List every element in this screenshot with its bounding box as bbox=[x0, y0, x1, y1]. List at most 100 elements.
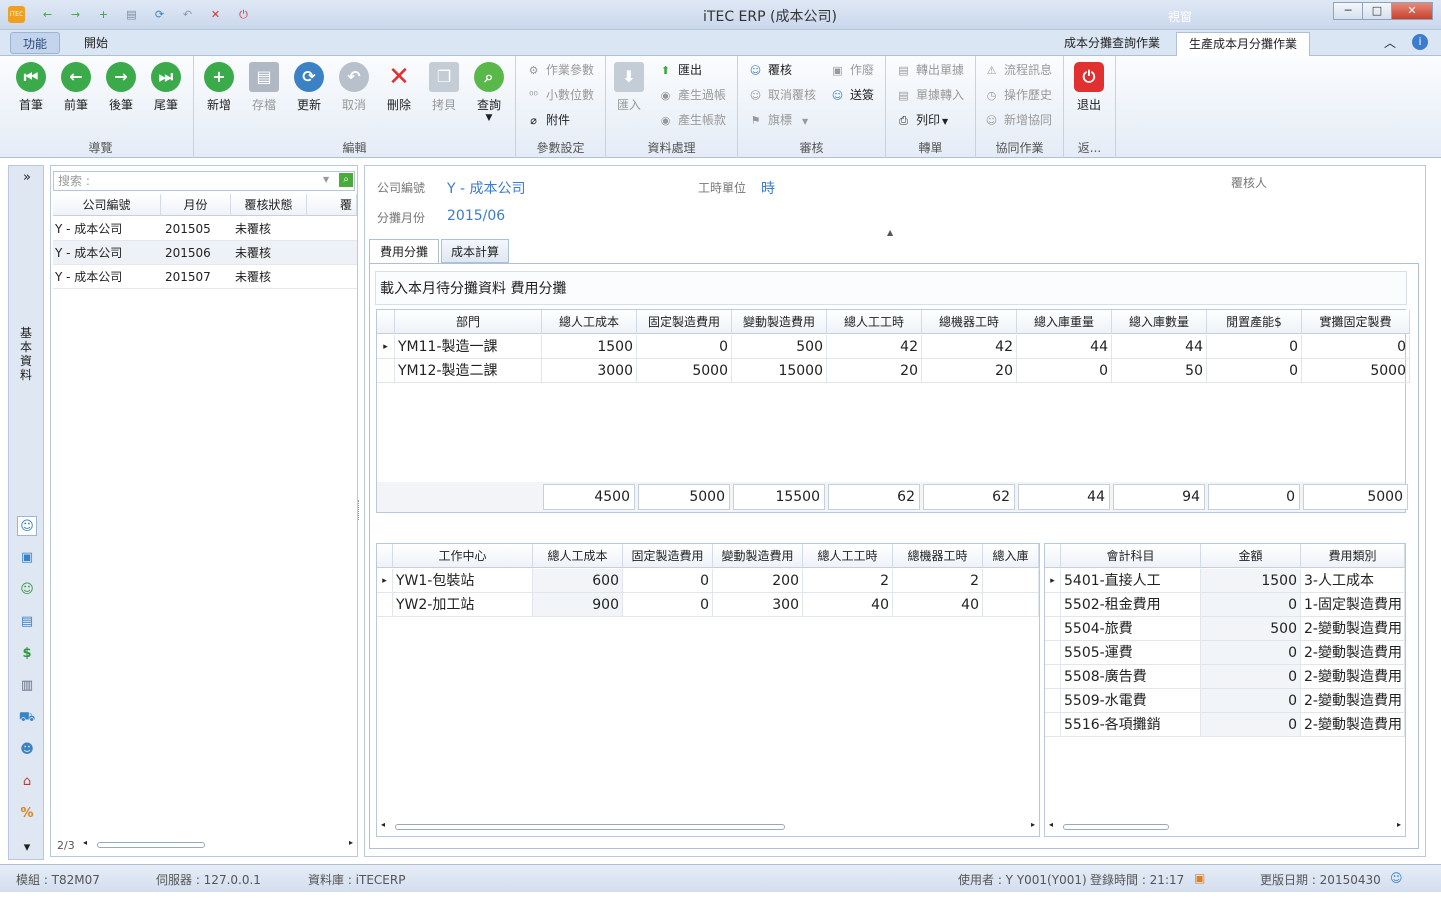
delete-button[interactable]: ✕ 刪除 bbox=[378, 60, 420, 118]
table-cell[interactable]: 5000 bbox=[637, 359, 732, 383]
table-cell[interactable]: 1500 bbox=[1201, 569, 1301, 593]
add-collab-button[interactable]: ☺ 新增協同 bbox=[984, 110, 1052, 130]
list-item[interactable]: Y - 成本公司 201505 未覆核 bbox=[53, 217, 357, 241]
list-item[interactable]: Y - 成本公司 201506 未覆核 bbox=[53, 241, 357, 265]
grid-header[interactable]: 會計科目 bbox=[1061, 544, 1201, 568]
table-cell[interactable]: 5502-租金費用 bbox=[1061, 593, 1201, 617]
user-status-icon[interactable]: ☺ bbox=[1390, 871, 1403, 885]
save-button[interactable]: ▤ 存檔 bbox=[243, 60, 285, 118]
row-indicator[interactable] bbox=[377, 359, 395, 383]
list-header-status[interactable]: 覆核狀態 bbox=[231, 194, 307, 216]
export-button[interactable]: ⬆ 匯出 bbox=[658, 60, 702, 80]
table-cell[interactable]: 40 bbox=[893, 593, 983, 617]
table-cell[interactable]: YW1-包裝站 bbox=[393, 569, 533, 593]
table-cell[interactable]: 1-固定製造費用 bbox=[1301, 593, 1405, 617]
doc-tab-query[interactable]: 成本分攤查詢作業 bbox=[1052, 32, 1172, 54]
table-cell[interactable]: YW2-加工站 bbox=[393, 593, 533, 617]
grid-header[interactable]: 總入庫重量 bbox=[1017, 310, 1112, 334]
people-icon[interactable]: ☺ bbox=[17, 580, 37, 600]
table-cell[interactable]: 44 bbox=[1017, 335, 1112, 359]
table-cell[interactable]: YM12-製造二課 bbox=[395, 359, 542, 383]
row-indicator[interactable]: ▸ bbox=[377, 569, 393, 593]
report-icon[interactable]: ▣ bbox=[17, 548, 37, 568]
collapse-ribbon-icon[interactable]: ︿ bbox=[1384, 34, 1396, 51]
percent-icon[interactable]: % bbox=[17, 804, 37, 824]
print-button[interactable]: ⎙ 列印 ▼ bbox=[896, 110, 948, 130]
table-cell[interactable]: 500 bbox=[1201, 617, 1301, 641]
table-cell[interactable]: 20 bbox=[827, 359, 922, 383]
void-button[interactable]: ▣ 作廢 bbox=[830, 60, 874, 80]
grid-header[interactable]: 總人工工時 bbox=[827, 310, 922, 334]
grid-header[interactable]: 總人工工時 bbox=[803, 544, 893, 568]
row-indicator[interactable]: ▸ bbox=[1045, 569, 1061, 593]
search-input[interactable]: 搜索 : bbox=[53, 171, 355, 191]
grid-header[interactable]: 變動製造費用 bbox=[732, 310, 827, 334]
grid-header[interactable]: 總機器工時 bbox=[922, 310, 1017, 334]
exit-button[interactable]: ⏻ 退出 bbox=[1068, 60, 1110, 118]
scroll-thumb[interactable] bbox=[395, 824, 785, 830]
table-cell[interactable]: 2-變動製造費用 bbox=[1301, 665, 1405, 689]
table-cell[interactable]: 2 bbox=[893, 569, 983, 593]
scroll-left-icon[interactable]: ◂ bbox=[1049, 820, 1053, 829]
cancel-button[interactable]: ↶ 取消 bbox=[333, 60, 375, 118]
table-cell[interactable]: 300 bbox=[713, 593, 803, 617]
grid-header[interactable]: 總人工成本 bbox=[533, 544, 623, 568]
table-cell[interactable]: 15000 bbox=[732, 359, 827, 383]
app-logo-icon[interactable]: iTEC bbox=[8, 6, 25, 23]
grid-header[interactable]: 費用類別 bbox=[1301, 544, 1405, 568]
minimize-button[interactable]: ─ bbox=[1333, 2, 1363, 20]
table-cell[interactable]: 0 bbox=[1207, 359, 1302, 383]
splitter[interactable] bbox=[358, 500, 362, 520]
tab-cost[interactable]: 成本計算 bbox=[441, 239, 509, 263]
list-header-company[interactable]: 公司編號 bbox=[53, 194, 161, 216]
maximize-button[interactable]: □ bbox=[1362, 2, 1392, 20]
cancel-approve-button[interactable]: ☺ 取消覆核 bbox=[748, 85, 816, 105]
table-cell[interactable]: 42 bbox=[827, 335, 922, 359]
exit-icon[interactable]: ⏻ bbox=[235, 6, 252, 23]
search-dropdown-icon[interactable]: ▼ bbox=[323, 175, 329, 184]
copy-button[interactable]: ❐ 拷貝 bbox=[423, 60, 465, 118]
grid-header[interactable]: 金額 bbox=[1201, 544, 1301, 568]
job-params-button[interactable]: ⚙ 作業參數 bbox=[526, 60, 594, 80]
save-icon[interactable]: ▤ bbox=[123, 6, 140, 23]
row-indicator[interactable] bbox=[1045, 713, 1061, 737]
new-button[interactable]: + 新增 bbox=[198, 60, 240, 118]
table-cell[interactable]: 0 bbox=[623, 593, 713, 617]
chart-icon[interactable]: ▥ bbox=[17, 676, 37, 696]
delete-icon[interactable]: ✕ bbox=[207, 6, 224, 23]
flag-button[interactable]: ⚑ 旗標 ▼ bbox=[748, 110, 809, 130]
row-indicator[interactable] bbox=[377, 593, 393, 617]
truck-icon[interactable]: ⛟ bbox=[17, 708, 37, 728]
list-hscrollbar[interactable]: ◂ ▸ bbox=[83, 838, 353, 852]
table-cell[interactable]: 0 bbox=[1017, 359, 1112, 383]
scroll-thumb[interactable] bbox=[97, 842, 205, 848]
row-indicator[interactable] bbox=[1045, 689, 1061, 713]
grid-hscrollbar[interactable]: ◂ ▸ bbox=[381, 820, 1035, 834]
gen-account-button[interactable]: ◉ 產生帳款 bbox=[658, 110, 726, 130]
approve-button[interactable]: ☺ 覆核 bbox=[748, 60, 792, 80]
table-cell[interactable]: 0 bbox=[1302, 335, 1410, 359]
next-button[interactable]: → 後筆 bbox=[100, 60, 142, 118]
scroll-right-icon[interactable]: ▸ bbox=[1031, 820, 1035, 829]
table-cell[interactable]: 3-人工成本 bbox=[1301, 569, 1405, 593]
table-cell[interactable]: 2-變動製造費用 bbox=[1301, 641, 1405, 665]
table-cell[interactable]: 0 bbox=[637, 335, 732, 359]
table-cell[interactable] bbox=[983, 593, 1039, 617]
table-cell[interactable]: 5505-運費 bbox=[1061, 641, 1201, 665]
undo-icon[interactable]: ↶ bbox=[179, 6, 196, 23]
scroll-left-icon[interactable]: ◂ bbox=[83, 838, 87, 847]
row-indicator[interactable]: ▸ bbox=[377, 335, 395, 359]
list-item[interactable]: Y - 成本公司 201507 未覆核 bbox=[53, 265, 357, 289]
scroll-right-icon[interactable]: ▸ bbox=[1397, 820, 1401, 829]
send-button[interactable]: ☺ 送簽 bbox=[830, 85, 874, 105]
month-value[interactable]: 2015/06 bbox=[447, 208, 505, 224]
expand-icon[interactable]: » bbox=[17, 168, 37, 188]
table-cell[interactable]: 900 bbox=[533, 593, 623, 617]
grid-header[interactable]: 閒置產能$ bbox=[1207, 310, 1302, 334]
update-button[interactable]: ⟳ 更新 bbox=[288, 60, 330, 118]
list-header-more[interactable]: 覆 bbox=[307, 194, 357, 216]
table-cell[interactable]: 0 bbox=[1201, 689, 1301, 713]
grid-header[interactable]: 固定製造費用 bbox=[623, 544, 713, 568]
tab-start[interactable]: 開始 bbox=[72, 32, 120, 54]
table-cell[interactable]: 2-變動製造費用 bbox=[1301, 689, 1405, 713]
